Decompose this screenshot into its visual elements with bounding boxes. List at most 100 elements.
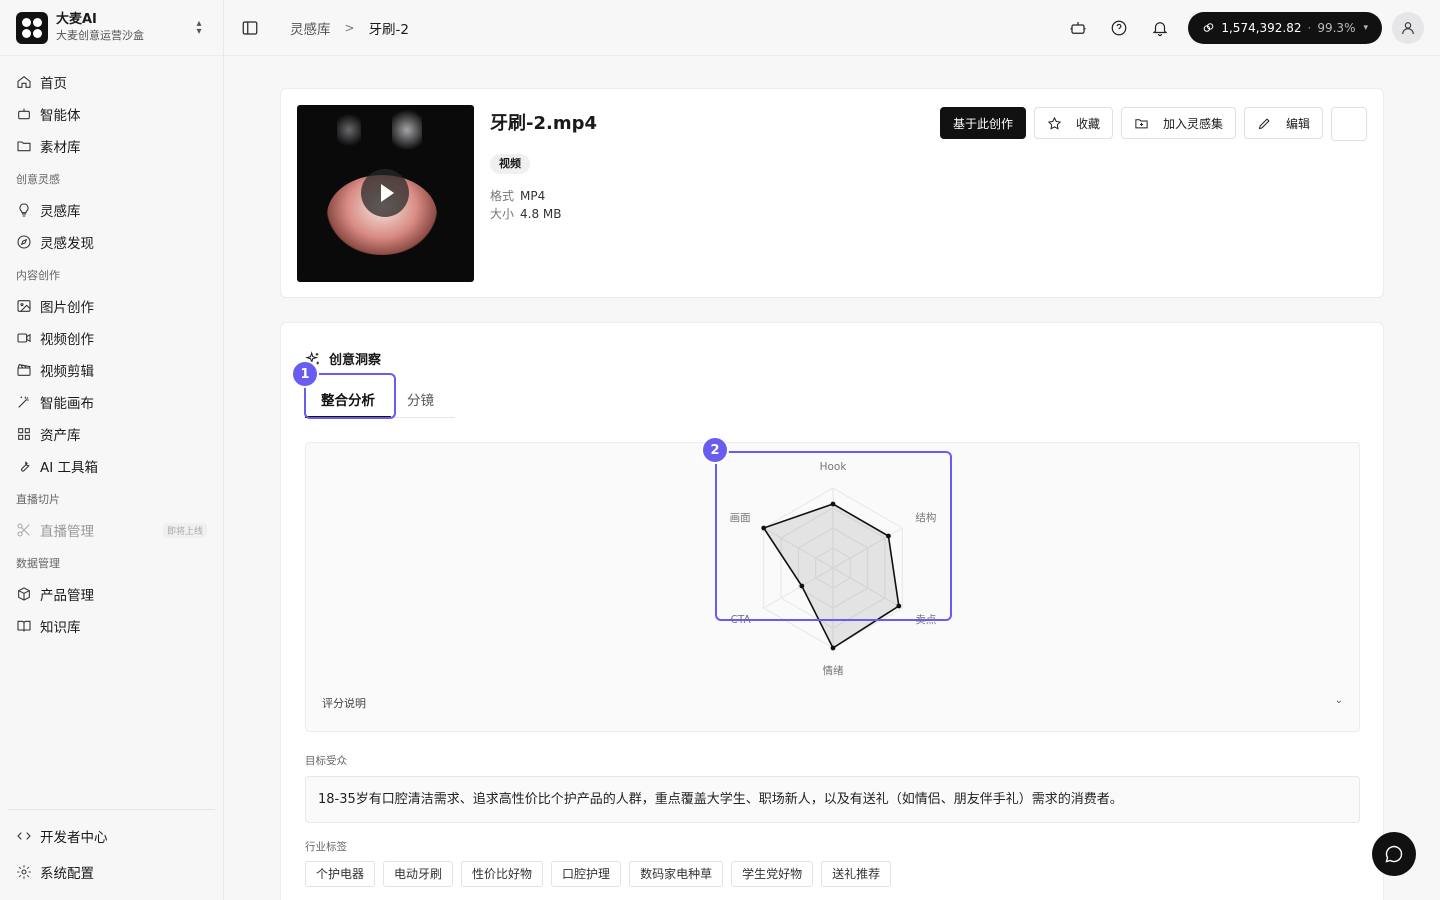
nav-item-canvas[interactable]: 智能画布	[8, 386, 215, 418]
add-to-collection-button[interactable]: 加入灵感集	[1120, 107, 1236, 139]
main-nav: 首页 智能体 素材库 创意灵感 灵感库 灵感发现 内容创作 图片创作 视频创作	[0, 56, 223, 642]
annotation-badge: 2	[701, 436, 729, 464]
nav-label: 知识库	[40, 620, 81, 636]
balance-pill[interactable]: 1,574,392.82 · 99.3% ▾	[1188, 11, 1382, 44]
gear-icon	[17, 865, 31, 879]
video-thumbnail[interactable]	[297, 105, 474, 282]
user-icon	[1402, 21, 1414, 34]
chevron-right-icon: >	[344, 20, 355, 35]
nav-item-inspiration-lib[interactable]: 灵感库	[8, 194, 215, 226]
nav-label: 直播管理	[40, 524, 94, 540]
nav-item-video-create[interactable]: 视频创作	[8, 322, 215, 354]
format-value: MP4	[520, 189, 546, 203]
format-label: 格式	[490, 189, 515, 203]
nav-item-ai-tools[interactable]: AI 工具箱	[8, 450, 215, 482]
chevron-down-icon: ⌄	[1334, 695, 1343, 706]
book-open-icon	[17, 620, 31, 632]
coins-icon	[1204, 23, 1214, 32]
folder-icon	[17, 141, 31, 152]
brand-switcher[interactable]: 大麦AI 大麦创意运营沙盒 ▴ ▾	[0, 0, 223, 56]
score-explanation-toggle[interactable]: 评分说明 ⌄	[322, 695, 1343, 711]
chevron-up-down-icon: ▴ ▾	[196, 17, 202, 37]
edit-label: 编辑	[1285, 116, 1310, 131]
nav-item-assets-lib[interactable]: 素材库	[8, 130, 215, 162]
more-button[interactable]	[1331, 107, 1367, 141]
nav-item-developer[interactable]: 开发者中心	[8, 818, 215, 854]
code-icon	[17, 832, 31, 840]
nav-label: 开发者中心	[40, 830, 108, 846]
nav-label: AI 工具箱	[40, 460, 99, 476]
clapperboard-icon	[17, 364, 31, 376]
nav-label: 视频创作	[40, 332, 94, 348]
industry-tag: 数码家电种草	[629, 861, 724, 887]
sidebar: 大麦AI 大麦创意运营沙盒 ▴ ▾ 首页 智能体 素材库 创意灵感 灵感库 灵感发…	[0, 0, 224, 900]
top-header: 灵感库 > 牙刷-2 1,574,392.82 · 99.3% ▾	[224, 0, 1440, 56]
nav-group-data: 数据管理	[16, 557, 60, 570]
nav-item-home[interactable]: 首页	[8, 66, 215, 98]
help-icon[interactable]	[1109, 18, 1129, 38]
pencil-icon	[1258, 117, 1270, 129]
nav-item-knowledge[interactable]: 知识库	[8, 610, 215, 642]
bot-icon[interactable]	[1068, 18, 1088, 38]
nav-item-settings[interactable]: 系统配置	[8, 854, 215, 890]
balance-amount: 1,574,392.82	[1221, 20, 1302, 35]
bot-icon	[18, 108, 30, 120]
brand-subtitle: 大麦创意运营沙盒	[56, 28, 144, 42]
highlight-box-tab	[304, 373, 396, 419]
nav-label: 系统配置	[40, 866, 94, 882]
industry-tag: 电动牙刷	[383, 861, 454, 887]
nav-item-asset-store[interactable]: 资产库	[8, 418, 215, 450]
meta-format: 格式 MP4	[490, 187, 545, 204]
industry-tag: 性价比好物	[461, 861, 544, 887]
chat-button[interactable]	[1372, 832, 1416, 876]
package-icon	[18, 587, 30, 601]
radar-panel: Hook 结构 卖点 情绪 CTA 画面 2 评分说明 ⌄	[305, 436, 1360, 732]
size-value: 4.8 MB	[520, 207, 562, 221]
nav-item-agent[interactable]: 智能体	[8, 98, 215, 130]
industry-tag: 学生党好物	[731, 861, 814, 887]
nav-item-live-manage: 直播管理 即将上线	[8, 514, 215, 546]
nav-label: 灵感库	[40, 204, 81, 220]
balance-percent: 99.3%	[1317, 20, 1356, 35]
nav-item-image-create[interactable]: 图片创作	[8, 290, 215, 322]
compass-icon	[17, 235, 31, 249]
nav-item-video-edit[interactable]: 视频剪辑	[8, 354, 215, 386]
folder-plus-icon	[1135, 118, 1148, 128]
avatar[interactable]	[1392, 11, 1424, 44]
play-icon[interactable]	[361, 169, 409, 217]
nav-group-live: 直播切片	[16, 493, 60, 506]
message-circle-icon	[1385, 845, 1403, 863]
star-icon	[1047, 116, 1062, 130]
nav-group-inspiration: 创意灵感	[16, 173, 60, 186]
industry-label: 行业标签	[305, 841, 347, 853]
separator-dot: ·	[1307, 20, 1312, 35]
create-from-button[interactable]: 基于此创作	[939, 107, 1026, 139]
insight-card: 创意洞察 整合分析 分镜 1 Hook 结构 卖点 情绪 CTA 画面 2 评分说明 ⌄ …	[280, 322, 1384, 900]
file-info-card: 牙刷-2.mp4 视频 格式 MP4 大小 4.8 MB 基于此创作 收藏 加入灵感…	[280, 88, 1384, 298]
radar-data-point	[830, 645, 836, 651]
image-icon	[17, 300, 31, 312]
nav-item-inspiration-discover[interactable]: 灵感发现	[8, 226, 215, 258]
size-label: 大小	[490, 207, 515, 221]
annotation-badge: 1	[291, 360, 319, 388]
industry-tag-list: 个护电器 电动牙刷 性价比好物 口腔护理 数码家电种草 学生党好物 送礼推荐	[305, 861, 899, 887]
audience-label: 目标受众	[305, 755, 347, 767]
more-horizontal-icon	[1344, 123, 1354, 125]
video-icon	[17, 333, 31, 343]
score-explanation-label: 评分说明	[322, 697, 366, 710]
breadcrumb: 灵感库 > 牙刷-2	[290, 18, 409, 38]
highlight-box-radar	[715, 451, 952, 621]
tab-storyboard[interactable]: 分镜	[391, 375, 450, 418]
nav-label: 首页	[40, 76, 67, 92]
scissors-icon	[17, 523, 30, 537]
nav-item-product-manage[interactable]: 产品管理	[8, 578, 215, 610]
section-title-text: 创意洞察	[329, 353, 382, 368]
bell-icon[interactable]	[1150, 18, 1170, 38]
edit-button[interactable]: 编辑	[1243, 107, 1323, 139]
favorite-button[interactable]: 收藏	[1033, 107, 1113, 139]
sidebar-toggle-icon[interactable]	[240, 18, 260, 38]
wrench-icon	[21, 461, 30, 472]
breadcrumb-parent[interactable]: 灵感库	[290, 18, 331, 38]
nav-label: 产品管理	[40, 588, 94, 604]
audience-text: 18-35岁有口腔清洁需求、追求高性价比个护产品的人群，重点覆盖大学生、职场新人…	[305, 776, 1360, 823]
